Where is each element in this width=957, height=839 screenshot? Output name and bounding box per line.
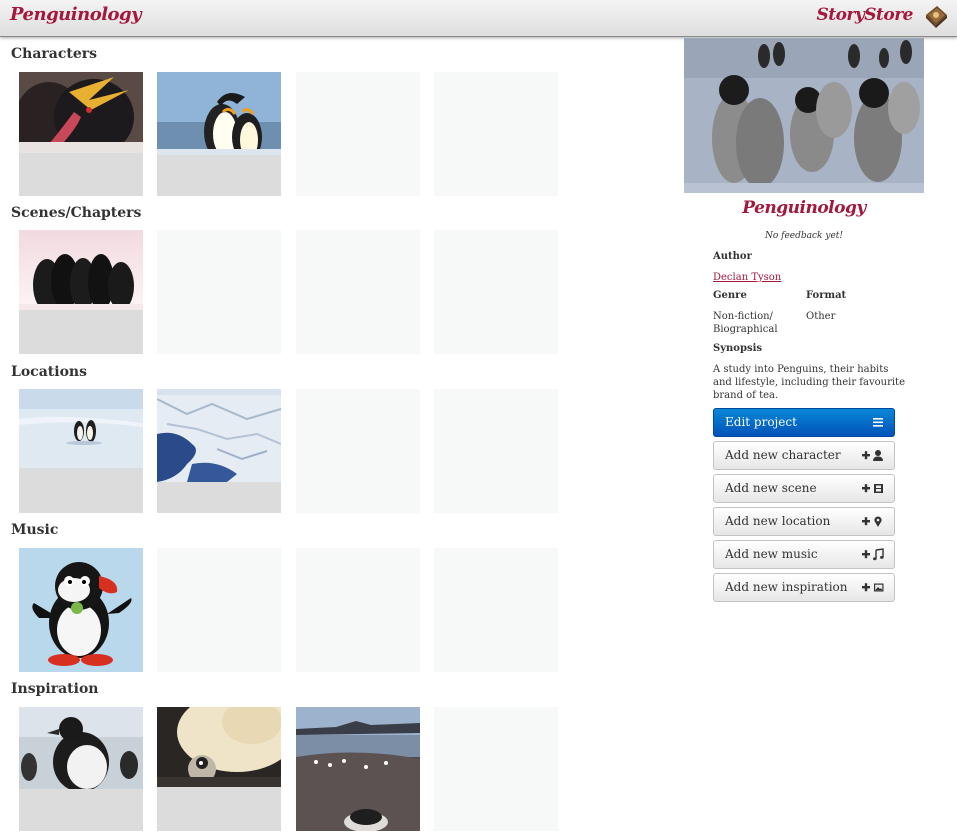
format-value: Other — [806, 311, 836, 322]
character-tile[interactable] — [19, 72, 143, 196]
inspiration-tile[interactable] — [19, 707, 143, 831]
character-tile[interactable] — [157, 72, 281, 196]
empty-tile[interactable] — [157, 230, 281, 354]
top-navbar: Penguinology StoryStore — [0, 0, 957, 37]
project-title: Penguinology — [742, 198, 866, 218]
empty-tile[interactable] — [434, 72, 558, 196]
add-inspiration-label: Add new inspiration — [725, 580, 848, 594]
music-thumbnail — [19, 548, 143, 672]
book-icon[interactable] — [923, 3, 949, 29]
location-tile[interactable] — [19, 389, 143, 513]
add-picture-icon — [862, 583, 884, 592]
inspiration-row — [19, 707, 559, 831]
empty-tile[interactable] — [434, 230, 558, 354]
section-title-scenes: Scenes/Chapters — [11, 205, 142, 221]
empty-tile[interactable] — [434, 389, 558, 513]
locations-row — [19, 389, 559, 513]
location-thumbnail — [19, 389, 143, 468]
empty-tile[interactable] — [296, 72, 420, 196]
add-scene-button[interactable]: Add new scene — [713, 474, 895, 503]
add-character-button[interactable]: Add new character — [713, 441, 895, 470]
add-character-label: Add new character — [725, 448, 841, 462]
synopsis-line2: and lifestyle, including their favourite — [713, 377, 905, 388]
location-thumbnail — [157, 389, 281, 482]
inspiration-thumbnail — [19, 707, 143, 789]
characters-row — [19, 72, 559, 196]
empty-tile[interactable] — [434, 548, 558, 672]
add-scene-label: Add new scene — [725, 481, 817, 495]
synopsis-text: A study into Penguins, their habits and … — [713, 363, 905, 402]
location-tile[interactable] — [157, 389, 281, 513]
edit-project-label: Edit project — [725, 415, 797, 429]
cover-illustration — [684, 38, 924, 193]
add-inspiration-button[interactable]: Add new inspiration — [713, 573, 895, 602]
genre-value-line2: Biographical — [713, 324, 778, 335]
synopsis-label: Synopsis — [713, 343, 763, 354]
inspiration-thumbnail — [296, 707, 420, 831]
edit-project-button[interactable]: Edit project — [713, 408, 895, 437]
empty-tile[interactable] — [296, 548, 420, 672]
music-row — [19, 548, 559, 672]
inspiration-tile[interactable] — [157, 707, 281, 831]
character-thumbnail — [19, 72, 143, 153]
author-label: Author — [713, 251, 752, 262]
menu-icon — [873, 418, 883, 427]
empty-tile[interactable] — [296, 389, 420, 513]
section-title-inspiration: Inspiration — [11, 681, 99, 697]
add-location-label: Add new location — [725, 514, 831, 528]
author-link[interactable]: Declan Tyson — [713, 271, 781, 284]
storystore-link[interactable]: StoryStore — [816, 5, 913, 25]
section-title-characters: Characters — [11, 46, 97, 62]
add-film-icon — [862, 484, 883, 493]
add-music-label: Add new music — [725, 547, 818, 561]
project-cover-image — [684, 38, 924, 193]
brand-logo[interactable]: Penguinology — [10, 4, 142, 25]
add-map-pin-icon — [862, 516, 882, 527]
character-thumbnail — [157, 72, 281, 155]
add-music-button[interactable]: Add new music — [713, 540, 895, 569]
add-user-icon — [862, 450, 883, 461]
empty-tile[interactable] — [157, 548, 281, 672]
genre-label: Genre — [713, 290, 747, 301]
add-location-button[interactable]: Add new location — [713, 507, 895, 536]
scenes-row — [19, 230, 559, 354]
inspiration-tile[interactable] — [296, 707, 420, 831]
empty-tile[interactable] — [296, 230, 420, 354]
section-title-locations: Locations — [11, 364, 87, 380]
inspiration-thumbnail — [157, 707, 281, 787]
feedback-note: No feedback yet! — [764, 231, 844, 241]
section-title-music: Music — [11, 522, 59, 538]
genre-value: Non-fiction/ Biographical — [713, 310, 778, 336]
scene-thumbnail — [19, 230, 143, 310]
music-tile[interactable] — [19, 548, 143, 672]
scene-tile[interactable] — [19, 230, 143, 354]
synopsis-line1: A study into Penguins, their habits — [713, 364, 889, 375]
add-music-note-icon — [862, 548, 884, 561]
format-label: Format — [806, 290, 847, 301]
genre-value-line1: Non-fiction/ — [713, 311, 773, 322]
synopsis-line3: brand of tea. — [713, 390, 779, 401]
empty-tile[interactable] — [434, 707, 558, 831]
